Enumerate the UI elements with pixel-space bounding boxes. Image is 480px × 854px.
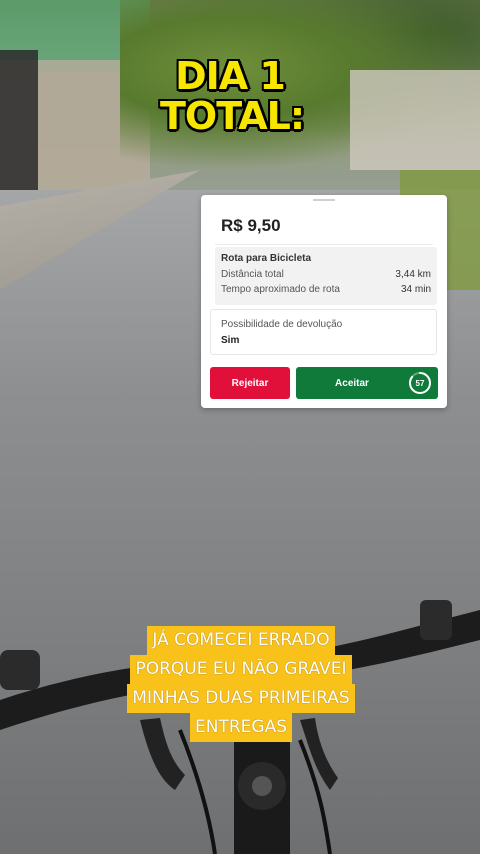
- overlay-title-line1: DIA 1: [175, 54, 286, 98]
- offer-price: R$ 9,50: [221, 216, 281, 235]
- accept-label: Aceitar: [335, 377, 369, 389]
- distance-value: 3,44 km: [395, 269, 431, 280]
- time-value: 34 min: [400, 284, 431, 295]
- time-label: Tempo aproximado de rota: [221, 284, 340, 295]
- return-option-box: Possibilidade de devolução Sim: [210, 309, 437, 355]
- return-label: Possibilidade de devolução: [221, 319, 343, 330]
- countdown-timer: 57: [408, 371, 432, 395]
- caption-line: ENTREGAS: [190, 713, 292, 742]
- caption-line: PORQUE EU NÃO GRAVEI: [130, 655, 352, 684]
- distance-row: Distância total 3,44 km: [221, 269, 431, 280]
- return-value: Sim: [221, 335, 240, 346]
- accept-button[interactable]: Aceitar 57: [296, 367, 438, 399]
- route-info-box: Rota para Bicicleta Distância total 3,44…: [215, 247, 437, 305]
- divider: [215, 244, 433, 245]
- caption-line: JÁ COMECEI ERRADO: [147, 626, 335, 655]
- countdown-value: 57: [415, 378, 425, 388]
- overlay-title-line2: TOTAL:: [160, 94, 305, 138]
- delivery-offer-card: R$ 9,50 Rota para Bicicleta Distância to…: [201, 195, 447, 408]
- drag-handle[interactable]: [313, 199, 335, 201]
- wall-right: [350, 70, 480, 170]
- day-total-overlay: DIA 1 TOTAL:: [160, 54, 305, 138]
- distance-label: Distância total: [221, 269, 284, 280]
- subtitle-caption: JÁ COMECEI ERRADO PORQUE EU NÃO GRAVEI M…: [98, 626, 384, 742]
- time-row: Tempo aproximado de rota 34 min: [221, 284, 431, 295]
- route-title: Rota para Bicicleta: [221, 253, 312, 264]
- reject-button[interactable]: Rejeitar: [210, 367, 290, 399]
- caption-line: MINHAS DUAS PRIMEIRAS: [127, 684, 355, 713]
